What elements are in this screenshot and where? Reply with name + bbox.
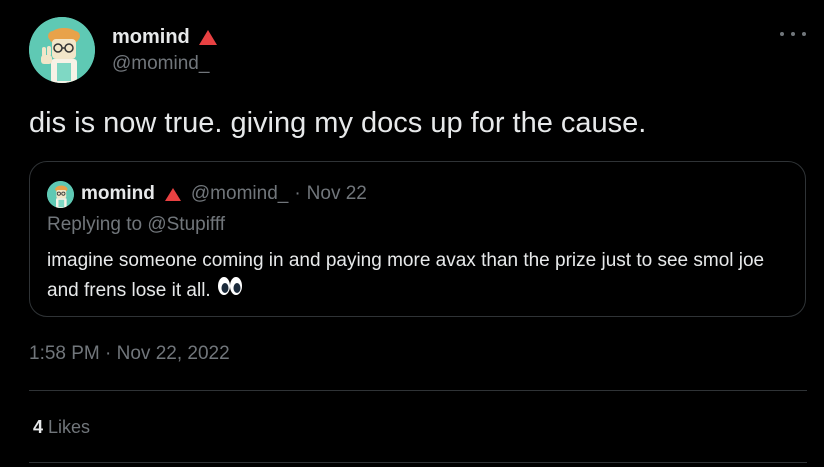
more-options-icon[interactable] (780, 26, 806, 42)
likes-label: Likes (48, 417, 91, 437)
quoted-avatar (47, 180, 74, 208)
avatar-illustration (29, 17, 95, 83)
quoted-tweet-text: imagine someone coming in and paying mor… (47, 250, 765, 302)
likes-link[interactable]: 4 Likes (33, 417, 90, 438)
avalanche-triangle-icon (164, 187, 181, 201)
eyes-emoji-icon (217, 276, 243, 306)
more-dot (791, 32, 795, 36)
tweet: momind @momind_ dis is now true. giving … (0, 0, 824, 467)
quoted-handle: @momind_ (190, 183, 289, 204)
quoted-display-name: momind (81, 183, 155, 204)
quoted-tweet-text-block: imagine someone coming in and paying mor… (47, 246, 797, 306)
divider (29, 390, 807, 391)
quoted-tweet-header: momind @momind_ · Nov 22 (47, 180, 367, 208)
quoted-avatar-illustration (47, 180, 74, 208)
tweet-text: dis is now true. giving my docs up for t… (29, 107, 647, 139)
avatar[interactable] (29, 17, 95, 83)
tweet-timestamp[interactable]: 1:58 PM · Nov 22, 2022 (29, 343, 230, 365)
more-dot (802, 32, 806, 36)
quoted-tweet[interactable]: momind @momind_ · Nov 22 Replying to @St… (29, 161, 806, 317)
author-handle[interactable]: @momind_ (112, 53, 217, 75)
author-display-name[interactable]: momind (112, 26, 190, 49)
display-name-row: momind (112, 25, 217, 49)
quoted-date: Nov 22 (306, 183, 367, 204)
replying-to: Replying to @Stupifff (47, 214, 226, 235)
separator-dot: · (294, 183, 301, 204)
more-dot (780, 32, 784, 36)
avalanche-triangle-icon (198, 29, 217, 45)
divider (29, 462, 807, 463)
tweet-header: momind @momind_ (29, 17, 217, 83)
likes-count: 4 (33, 417, 44, 437)
author-names: momind @momind_ (112, 25, 217, 75)
